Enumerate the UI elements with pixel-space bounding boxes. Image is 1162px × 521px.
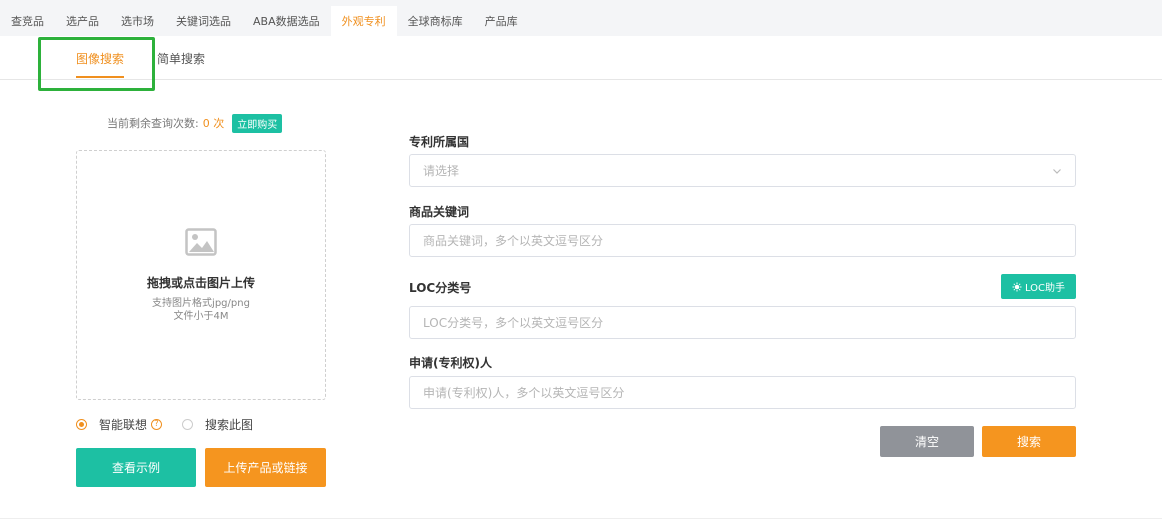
applicant-label: 申请(专利权)人 (409, 356, 492, 370)
nav-tab-product-select[interactable]: 选产品 (55, 6, 110, 36)
radio-smart[interactable] (76, 418, 87, 430)
country-select-placeholder: 请选择 (423, 164, 460, 178)
sub-tabs: 图像搜索 简单搜索 (0, 36, 1162, 80)
upload-product-link-button[interactable]: 上传产品或链接 (205, 448, 326, 487)
radio-smart-label[interactable]: 智能联想 (99, 416, 147, 433)
nav-tab-keyword-select[interactable]: 关键词选品 (165, 6, 242, 36)
loc-field[interactable] (409, 306, 1076, 339)
nav-tab-market-select[interactable]: 选市场 (110, 6, 165, 36)
tab-simple-search[interactable]: 简单搜索 (157, 36, 205, 80)
chevron-down-icon (1053, 168, 1061, 174)
quota-label: 当前剩余查询次数: (107, 117, 199, 130)
nav-tab-design-patent[interactable]: 外观专利 (330, 6, 397, 36)
loc-label: LOC分类号 (409, 281, 472, 295)
buy-now-button[interactable]: 立即购买 (232, 113, 283, 133)
upload-format-hint: 支持图片格式jpg/png (152, 297, 250, 309)
search-button[interactable]: 搜索 (982, 426, 1076, 457)
loc-helper-button[interactable]: LOC助手 (1001, 274, 1076, 299)
help-icon[interactable]: ? (151, 418, 163, 430)
radio-search-this[interactable] (182, 418, 194, 430)
keyword-label: 商品关键词 (409, 205, 470, 219)
nav-tab-aba-select[interactable]: ABA数据选品 (242, 6, 331, 36)
tab-image-search[interactable]: 图像搜索 (76, 36, 125, 80)
applicant-field[interactable] (409, 376, 1076, 409)
applicant-input[interactable] (423, 385, 1062, 400)
clear-button[interactable]: 清空 (880, 426, 974, 457)
nav-tab-competitor[interactable]: 查竞品 (0, 6, 55, 36)
quota-count: 0 次 (202, 117, 225, 130)
country-label: 专利所属国 (409, 135, 470, 149)
keyword-field[interactable] (409, 224, 1076, 257)
loc-input[interactable] (423, 315, 1062, 330)
view-example-button[interactable]: 查看示例 (76, 448, 196, 487)
loc-helper-label: LOC助手 (1024, 283, 1066, 294)
image-upload-area[interactable]: 拖拽或点击图片上传 支持图片格式jpg/png 文件小于4M (76, 150, 326, 400)
quota-info: 当前剩余查询次数: 0 次 立即购买 (107, 113, 283, 133)
bottom-divider (0, 518, 1162, 519)
top-nav: 查竞品 选产品 选市场 关键词选品 ABA数据选品 外观专利 全球商标库 产品库 (0, 0, 1162, 36)
upload-size-hint: 文件小于4M (173, 310, 229, 322)
nav-tab-product-library[interactable]: 产品库 (474, 6, 529, 36)
bulb-icon (1012, 282, 1022, 291)
keyword-input[interactable] (423, 233, 1062, 248)
country-select[interactable]: 请选择 (409, 154, 1076, 187)
upload-title: 拖拽或点击图片上传 (146, 275, 255, 290)
search-mode-options: 智能联想 ? 搜索此图 (76, 415, 253, 433)
nav-tab-trademark[interactable]: 全球商标库 (397, 6, 474, 36)
image-icon (185, 227, 217, 256)
radio-search-this-label[interactable]: 搜索此图 (205, 416, 253, 433)
